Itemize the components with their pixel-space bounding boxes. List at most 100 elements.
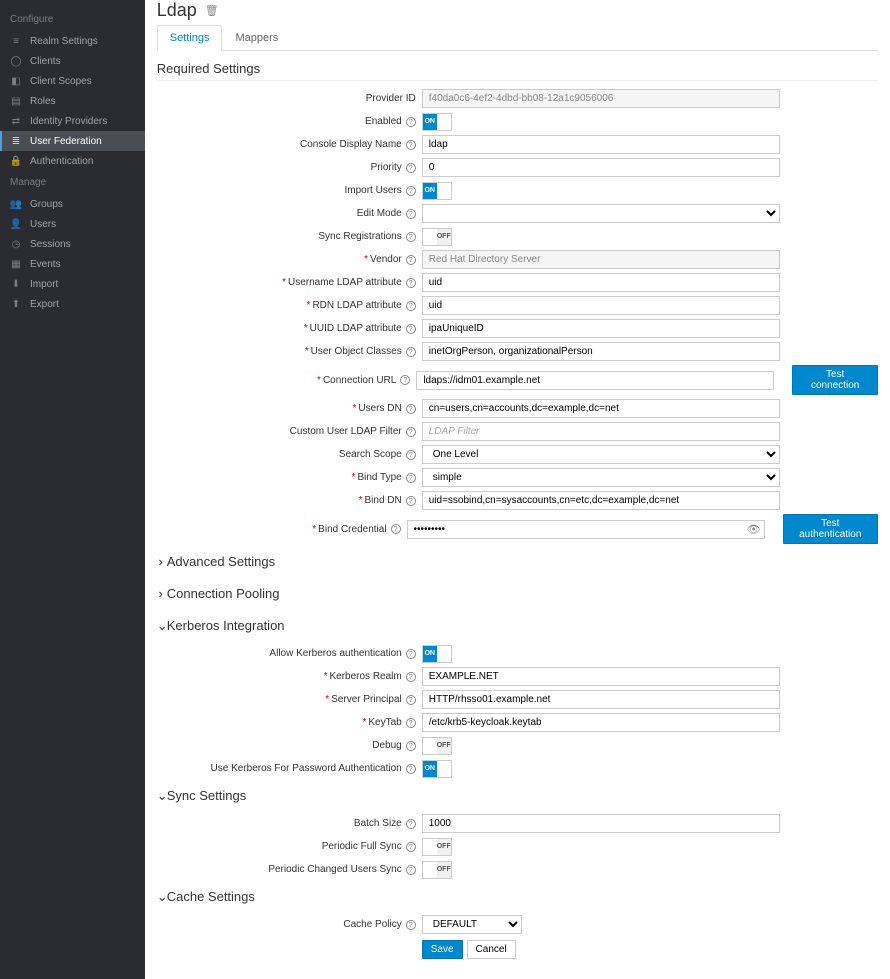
help-icon[interactable]: ? <box>406 649 416 659</box>
periodic-changed-sync-toggle[interactable]: OFF <box>422 861 452 879</box>
uuid-ldap-attr-input[interactable] <box>422 319 780 338</box>
label-periodic-full-sync: Periodic Full Sync <box>322 841 402 852</box>
label-bind-credential: Bind Credential <box>318 524 386 535</box>
users-dn-input[interactable] <box>422 399 780 418</box>
help-icon[interactable]: ? <box>406 450 416 460</box>
server-principal-input[interactable] <box>422 690 780 709</box>
section-sync-settings[interactable]: ⌄Sync Settings <box>157 782 878 810</box>
help-icon[interactable]: ? <box>406 232 416 242</box>
tab-mappers[interactable]: Mappers <box>222 25 291 50</box>
sidebar-item-export[interactable]: ⬆Export <box>0 294 145 314</box>
help-icon[interactable]: ? <box>406 496 416 506</box>
kerberos-realm-input[interactable] <box>422 667 780 686</box>
rdn-ldap-attr-input[interactable] <box>422 296 780 315</box>
cache-policy-select[interactable]: DEFAULT <box>422 915 522 934</box>
sync-registrations-toggle[interactable]: OFF <box>422 228 452 246</box>
priority-input[interactable] <box>422 158 780 177</box>
test-connection-button[interactable]: Test connection <box>792 365 878 395</box>
username-ldap-attr-input[interactable] <box>422 273 780 292</box>
sidebar-item-user-federation[interactable]: ≣User Federation <box>0 131 145 151</box>
toggle-off <box>437 646 451 662</box>
custom-user-ldap-filter-input[interactable] <box>422 422 780 441</box>
sidebar: Configure ≡Realm Settings ◯Clients ◧Clie… <box>0 0 145 979</box>
label-bind-dn: Bind DN <box>364 495 401 506</box>
sidebar-section-manage: Manage <box>0 171 145 194</box>
section-connection-pooling[interactable]: ›Connection Pooling <box>157 580 878 608</box>
help-icon[interactable]: ? <box>406 301 416 311</box>
help-icon[interactable]: ? <box>406 695 416 705</box>
sidebar-item-authentication[interactable]: 🔒Authentication <box>0 151 145 171</box>
label-cache-policy: Cache Policy <box>343 919 401 930</box>
section-advanced-settings[interactable]: ›Advanced Settings <box>157 548 878 576</box>
sidebar-item-client-scopes[interactable]: ◧Client Scopes <box>0 71 145 91</box>
keytab-input[interactable] <box>422 713 780 732</box>
sidebar-item-roles[interactable]: ▤Roles <box>0 91 145 111</box>
save-button[interactable]: Save <box>422 940 463 959</box>
help-icon[interactable]: ? <box>406 186 416 196</box>
toggle-on <box>423 738 437 754</box>
edit-mode-select[interactable] <box>422 204 780 223</box>
help-icon[interactable]: ? <box>406 741 416 751</box>
sidebar-item-groups[interactable]: 👥Groups <box>0 194 145 214</box>
help-icon[interactable]: ? <box>400 375 410 385</box>
bind-dn-input[interactable] <box>422 491 780 510</box>
label-uuid-ldap-attr: UUID LDAP attribute <box>310 323 402 334</box>
help-icon[interactable]: ? <box>406 209 416 219</box>
sidebar-item-label: Identity Providers <box>30 116 107 127</box>
batch-size-input[interactable] <box>422 814 780 833</box>
enabled-toggle[interactable]: ON <box>422 113 452 131</box>
help-icon[interactable]: ? <box>406 163 416 173</box>
label-username-ldap-attr: Username LDAP attribute <box>288 277 402 288</box>
sidebar-item-import[interactable]: ⬇Import <box>0 274 145 294</box>
help-icon[interactable]: ? <box>406 920 416 930</box>
database-icon: ≣ <box>10 135 22 147</box>
sidebar-item-identity-providers[interactable]: ⇄Identity Providers <box>0 111 145 131</box>
tabs: Settings Mappers <box>157 25 878 51</box>
section-kerberos-integration[interactable]: ⌄Kerberos Integration <box>157 612 878 640</box>
help-icon[interactable]: ? <box>406 404 416 414</box>
toggle-off <box>437 761 451 777</box>
help-icon[interactable]: ? <box>406 718 416 728</box>
help-icon[interactable]: ? <box>406 117 416 127</box>
sidebar-item-label: Export <box>30 299 59 310</box>
help-icon[interactable]: ? <box>406 255 416 265</box>
sidebar-item-users[interactable]: 👤Users <box>0 214 145 234</box>
page-title: Ldap <box>157 0 197 21</box>
sidebar-item-events[interactable]: ▦Events <box>0 254 145 274</box>
console-display-name-input[interactable] <box>422 135 780 154</box>
label-import-users: Import Users <box>345 185 402 196</box>
help-icon[interactable]: ? <box>406 819 416 829</box>
use-kerberos-for-pw-toggle[interactable]: ON <box>422 760 452 778</box>
connection-url-input[interactable] <box>416 371 774 390</box>
section-cache-settings[interactable]: ⌄Cache Settings <box>157 883 878 911</box>
allow-kerberos-auth-toggle[interactable]: ON <box>422 645 452 663</box>
periodic-full-sync-toggle[interactable]: OFF <box>422 838 452 856</box>
help-icon[interactable]: ? <box>406 842 416 852</box>
import-users-toggle[interactable]: ON <box>422 182 452 200</box>
sidebar-item-sessions[interactable]: ◷Sessions <box>0 234 145 254</box>
bind-type-select[interactable]: simple <box>422 468 780 487</box>
help-icon[interactable]: ? <box>406 427 416 437</box>
user-object-classes-input[interactable] <box>422 342 780 361</box>
sidebar-item-realm-settings[interactable]: ≡Realm Settings <box>0 31 145 51</box>
cancel-button[interactable]: Cancel <box>467 940 516 959</box>
eye-icon[interactable]: 👁 <box>747 523 761 536</box>
help-icon[interactable]: ? <box>406 672 416 682</box>
help-icon[interactable]: ? <box>406 865 416 875</box>
help-icon[interactable]: ? <box>406 764 416 774</box>
trash-icon[interactable]: 🗑 <box>205 4 219 17</box>
sidebar-item-clients[interactable]: ◯Clients <box>0 51 145 71</box>
search-scope-select[interactable]: One Level <box>422 445 780 464</box>
label-vendor: Vendor <box>370 254 402 265</box>
help-icon[interactable]: ? <box>406 140 416 150</box>
help-icon[interactable]: ? <box>406 347 416 357</box>
bind-credential-input[interactable] <box>407 520 765 539</box>
help-icon[interactable]: ? <box>391 524 401 534</box>
toggle-on: ON <box>423 646 437 662</box>
test-authentication-button[interactable]: Test authentication <box>783 514 878 544</box>
tab-settings[interactable]: Settings <box>157 25 223 51</box>
help-icon[interactable]: ? <box>406 278 416 288</box>
help-icon[interactable]: ? <box>406 473 416 483</box>
debug-toggle[interactable]: OFF <box>422 737 452 755</box>
help-icon[interactable]: ? <box>406 324 416 334</box>
